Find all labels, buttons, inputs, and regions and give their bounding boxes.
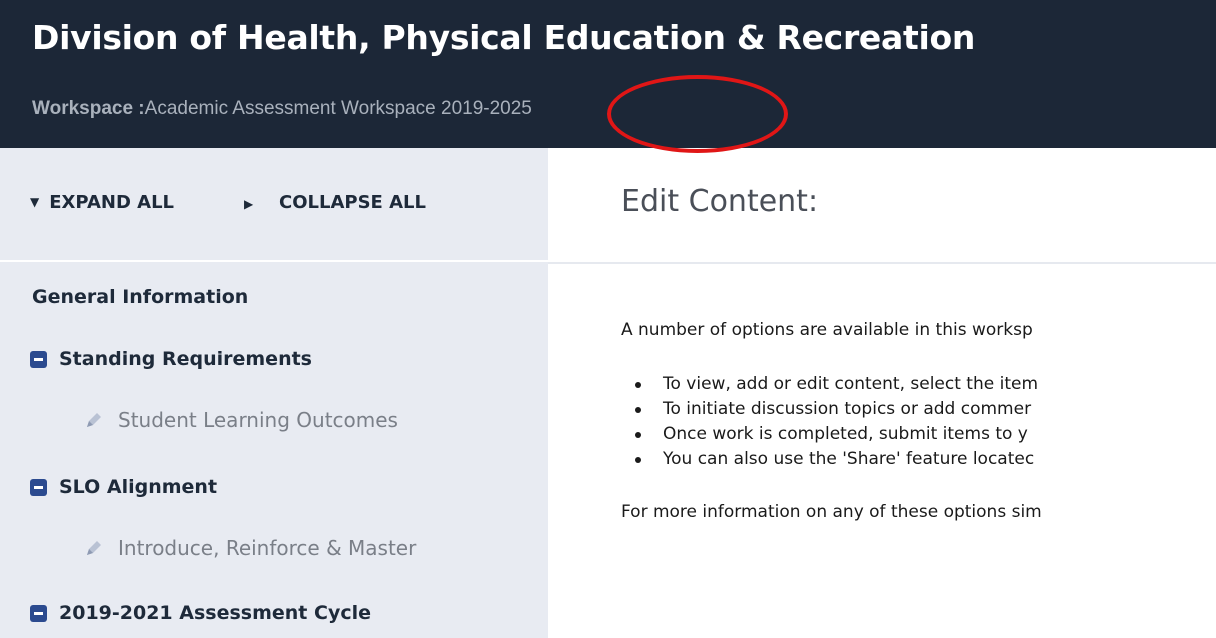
workspace-label: Workspace : — [32, 98, 145, 119]
sidebar-toolbar: ▼ EXPAND ALL ▶ COLLAPSE ALL — [0, 148, 548, 262]
content-header: Edit Content: — [548, 148, 1216, 264]
caret-right-icon: ▶ — [244, 197, 254, 211]
intro-text: A number of options are available in thi… — [621, 320, 1033, 340]
sidebar-item-label: Student Learning Outcomes — [118, 408, 398, 432]
page-header: Division of Health, Physical Education &… — [0, 0, 1216, 153]
sidebar: ▼ EXPAND ALL ▶ COLLAPSE ALL General Infor… — [0, 148, 548, 638]
collapse-all-label: COLLAPSE ALL — [279, 192, 426, 213]
sidebar-item-label: Introduce, Reinforce & Master — [118, 536, 417, 560]
instructions-list: To view, add or edit content, select the… — [621, 372, 1038, 472]
list-item: You can also use the 'Share' feature loc… — [621, 447, 1038, 472]
sidebar-group-standing-requirements[interactable]: Standing Requirements — [30, 348, 312, 370]
sidebar-item-label: SLO Alignment — [59, 476, 218, 498]
sidebar-item-student-learning-outcomes[interactable]: Student Learning Outcomes — [84, 408, 398, 432]
list-item: To view, add or edit content, select the… — [621, 372, 1038, 397]
list-item: To initiate discussion topics or add com… — [621, 397, 1038, 422]
sidebar-group-2019-2021-assessment-cycle[interactable]: 2019-2021 Assessment Cycle — [30, 602, 371, 624]
highlight-circle-annotation — [607, 75, 788, 153]
sidebar-group-slo-alignment[interactable]: SLO Alignment — [30, 476, 217, 498]
expand-all-button[interactable]: ▼ EXPAND ALL — [30, 192, 174, 213]
sidebar-item-general-information[interactable]: General Information — [32, 286, 248, 308]
list-item: Once work is completed, submit items to … — [621, 422, 1038, 447]
minus-square-icon[interactable] — [30, 478, 47, 496]
pencil-icon — [87, 413, 101, 427]
sidebar-item-label: General Information — [32, 286, 249, 308]
expand-all-label: EXPAND ALL — [49, 192, 175, 213]
page-title: Division of Health, Physical Education &… — [32, 18, 976, 57]
sidebar-item-label: 2019-2021 Assessment Cycle — [59, 602, 371, 624]
workspace-subtitle: Workspace :Academic Assessment Workspace… — [32, 98, 532, 120]
minus-square-icon[interactable] — [30, 350, 47, 368]
collapse-all-button[interactable]: COLLAPSE ALL — [279, 192, 426, 213]
sidebar-item-label: Standing Requirements — [59, 348, 312, 370]
minus-square-icon[interactable] — [30, 604, 47, 622]
workspace-name: Academic Assessment Workspace 2019-2025 — [144, 98, 532, 119]
help-text: For more information on any of these opt… — [621, 502, 1042, 522]
sidebar-item-introduce-reinforce-master[interactable]: Introduce, Reinforce & Master — [84, 536, 416, 560]
content-title: Edit Content: — [621, 184, 819, 219]
pencil-icon — [87, 541, 101, 555]
content-body: A number of options are available in thi… — [621, 320, 1216, 620]
caret-down-icon: ▼ — [30, 195, 40, 209]
